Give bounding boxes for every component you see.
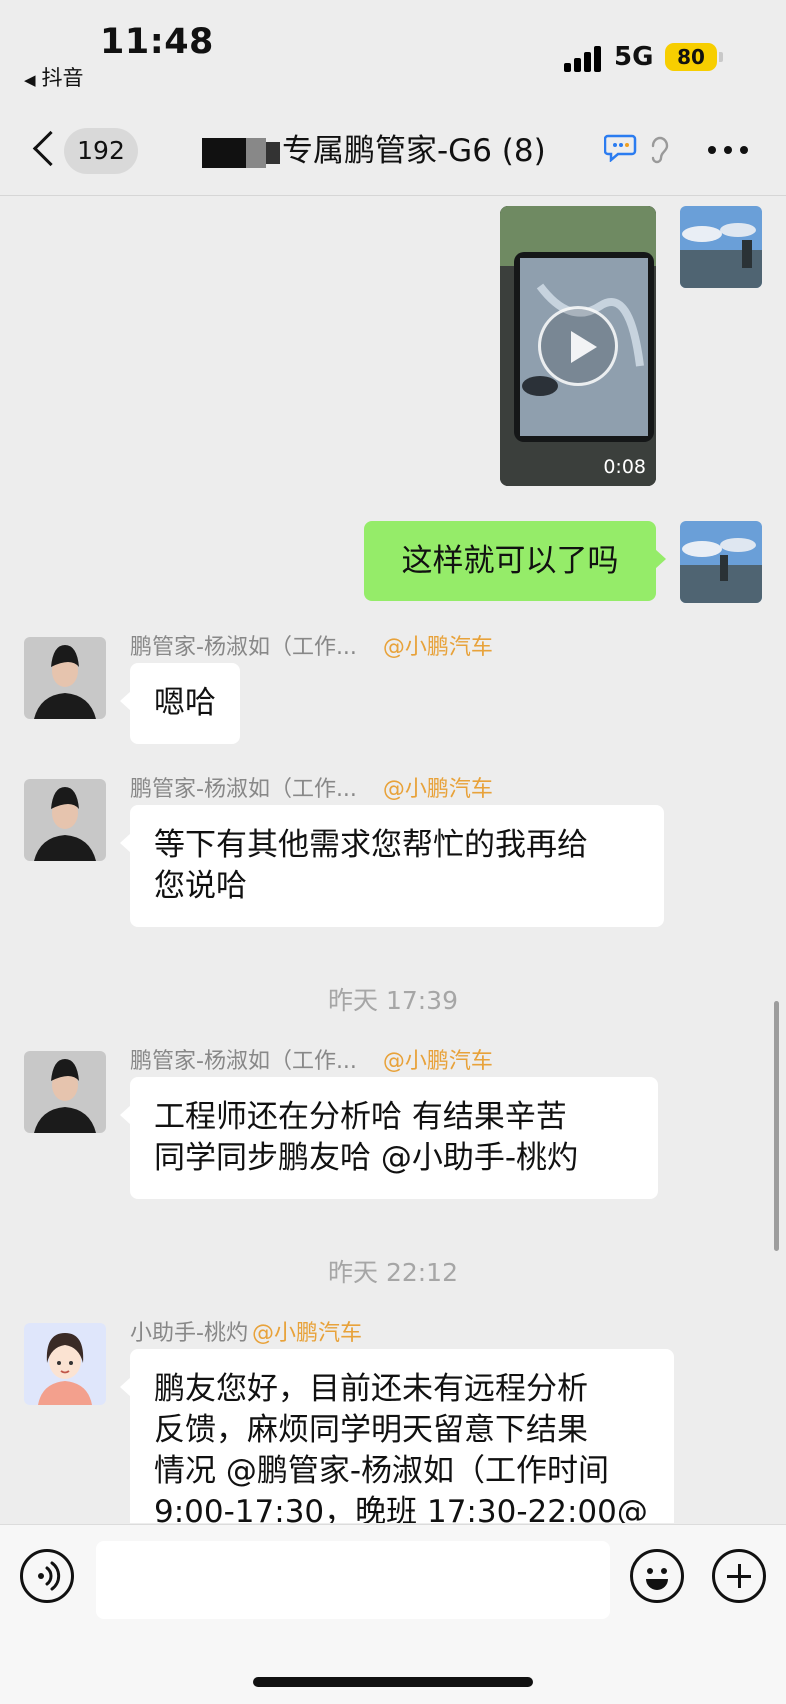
message-input[interactable] (96, 1541, 610, 1619)
agent-message-bubble[interactable]: 嗯哈 (120, 663, 240, 744)
cellular-signal-icon (564, 44, 604, 72)
chat-title[interactable]: 专属鹏管家-G6 (8) (282, 128, 546, 174)
timestamp: 昨天 22:12 (328, 1258, 458, 1287)
back-triangle-icon: ◀ (24, 71, 36, 89)
more-options-icon[interactable] (708, 146, 750, 158)
more-functions-button[interactable] (712, 1549, 766, 1603)
sender-name: 鹏管家-杨淑如（工作... @小鹏汽车 (130, 771, 493, 803)
agent-message-bubble[interactable]: 等下有其他需求您帮忙的我再给 您说哈 (120, 805, 664, 927)
sender-org-tag: @小鹏汽车 (382, 777, 493, 802)
home-indicator[interactable] (253, 1677, 533, 1687)
agent-avatar[interactable] (24, 779, 106, 861)
sender-name-text: 鹏管家-杨淑如（工作... (130, 1049, 357, 1074)
status-bar: 11:48 ◀ 抖音 5G 80 (0, 0, 786, 110)
network-type: 5G (614, 42, 654, 72)
chat-message-list[interactable]: 0:08 这样就可以了吗 鹏管家-杨淑如（工作... @小鹏汽车 嗯哈 鹏管家-… (0, 197, 786, 1523)
battery-cap (719, 52, 723, 62)
redaction-mask (266, 142, 280, 164)
status-time: 11:48 (100, 22, 214, 62)
voice-input-button[interactable] (20, 1549, 74, 1603)
message-line: 9:00-17:30，晚班 17:30-22:00@ (154, 1494, 648, 1523)
my-avatar[interactable] (680, 206, 762, 288)
redaction-mask (202, 138, 246, 168)
timestamp: 昨天 17:39 (328, 986, 458, 1015)
my-avatar[interactable] (680, 521, 762, 603)
ear-mode-icon[interactable] (648, 134, 670, 164)
message-line: 情况 @鹏管家-杨淑如（工作时间 (154, 1453, 610, 1489)
message-text: 嗯哈 (154, 685, 216, 721)
emoji-button[interactable] (630, 1549, 684, 1603)
sender-org-tag: @小鹏汽车 (382, 1049, 493, 1074)
sender-name-text: 小助手-桃灼 (130, 1321, 248, 1346)
back-button[interactable] (28, 128, 64, 172)
agent-avatar[interactable] (24, 637, 106, 719)
agent-message-bubble[interactable]: 工程师还在分析哈 有结果辛苦 同学同步鹏友哈 @小助手-桃灼 (120, 1077, 658, 1199)
video-message[interactable]: 0:08 (500, 206, 656, 486)
sender-name: 鹏管家-杨淑如（工作... @小鹏汽车 (130, 1043, 493, 1075)
unread-count-badge[interactable]: 192 (64, 128, 138, 174)
battery-icon: 80 (665, 43, 717, 71)
message-line: 工程师还在分析哈 有结果辛苦 (154, 1099, 567, 1135)
agent-message-bubble[interactable]: 鹏友您好，目前还未有远程分析 反馈，麻烦同学明天留意下结果 情况 @鹏管家-杨淑… (120, 1349, 674, 1523)
message-line: 反馈，麻烦同学明天留意下结果 (154, 1412, 588, 1448)
assistant-avatar[interactable] (24, 1323, 106, 1405)
back-app-label: 抖音 (41, 66, 84, 90)
my-message-bubble[interactable]: 这样就可以了吗 (364, 521, 666, 601)
sender-name-text: 鹏管家-杨淑如（工作... (130, 635, 357, 660)
sender-org-tag: @小鹏汽车 (251, 1321, 362, 1346)
sender-name: 鹏管家-杨淑如（工作... @小鹏汽车 (130, 629, 493, 661)
back-to-app-link[interactable]: ◀ 抖音 (24, 62, 84, 92)
sender-name-text: 鹏管家-杨淑如（工作... (130, 777, 357, 802)
scrollbar[interactable] (774, 1001, 779, 1251)
video-duration: 0:08 (603, 456, 646, 478)
ai-chat-icon[interactable] (604, 132, 638, 162)
sender-name: 小助手-桃灼 @小鹏汽车 (130, 1315, 362, 1347)
message-line: 同学同步鹏友哈 @小助手-桃灼 (154, 1140, 579, 1176)
input-bar (0, 1524, 786, 1704)
sender-org-tag: @小鹏汽车 (382, 635, 493, 660)
message-line: 鹏友您好，目前还未有远程分析 (154, 1371, 588, 1407)
voice-icon (38, 1561, 61, 1591)
play-icon[interactable] (538, 306, 618, 386)
redaction-mask (246, 138, 266, 168)
message-line: 等下有其他需求您帮忙的我再给 (154, 827, 588, 863)
message-line: 您说哈 (154, 868, 247, 904)
emoji-icon (646, 1568, 668, 1590)
agent-avatar[interactable] (24, 1051, 106, 1133)
